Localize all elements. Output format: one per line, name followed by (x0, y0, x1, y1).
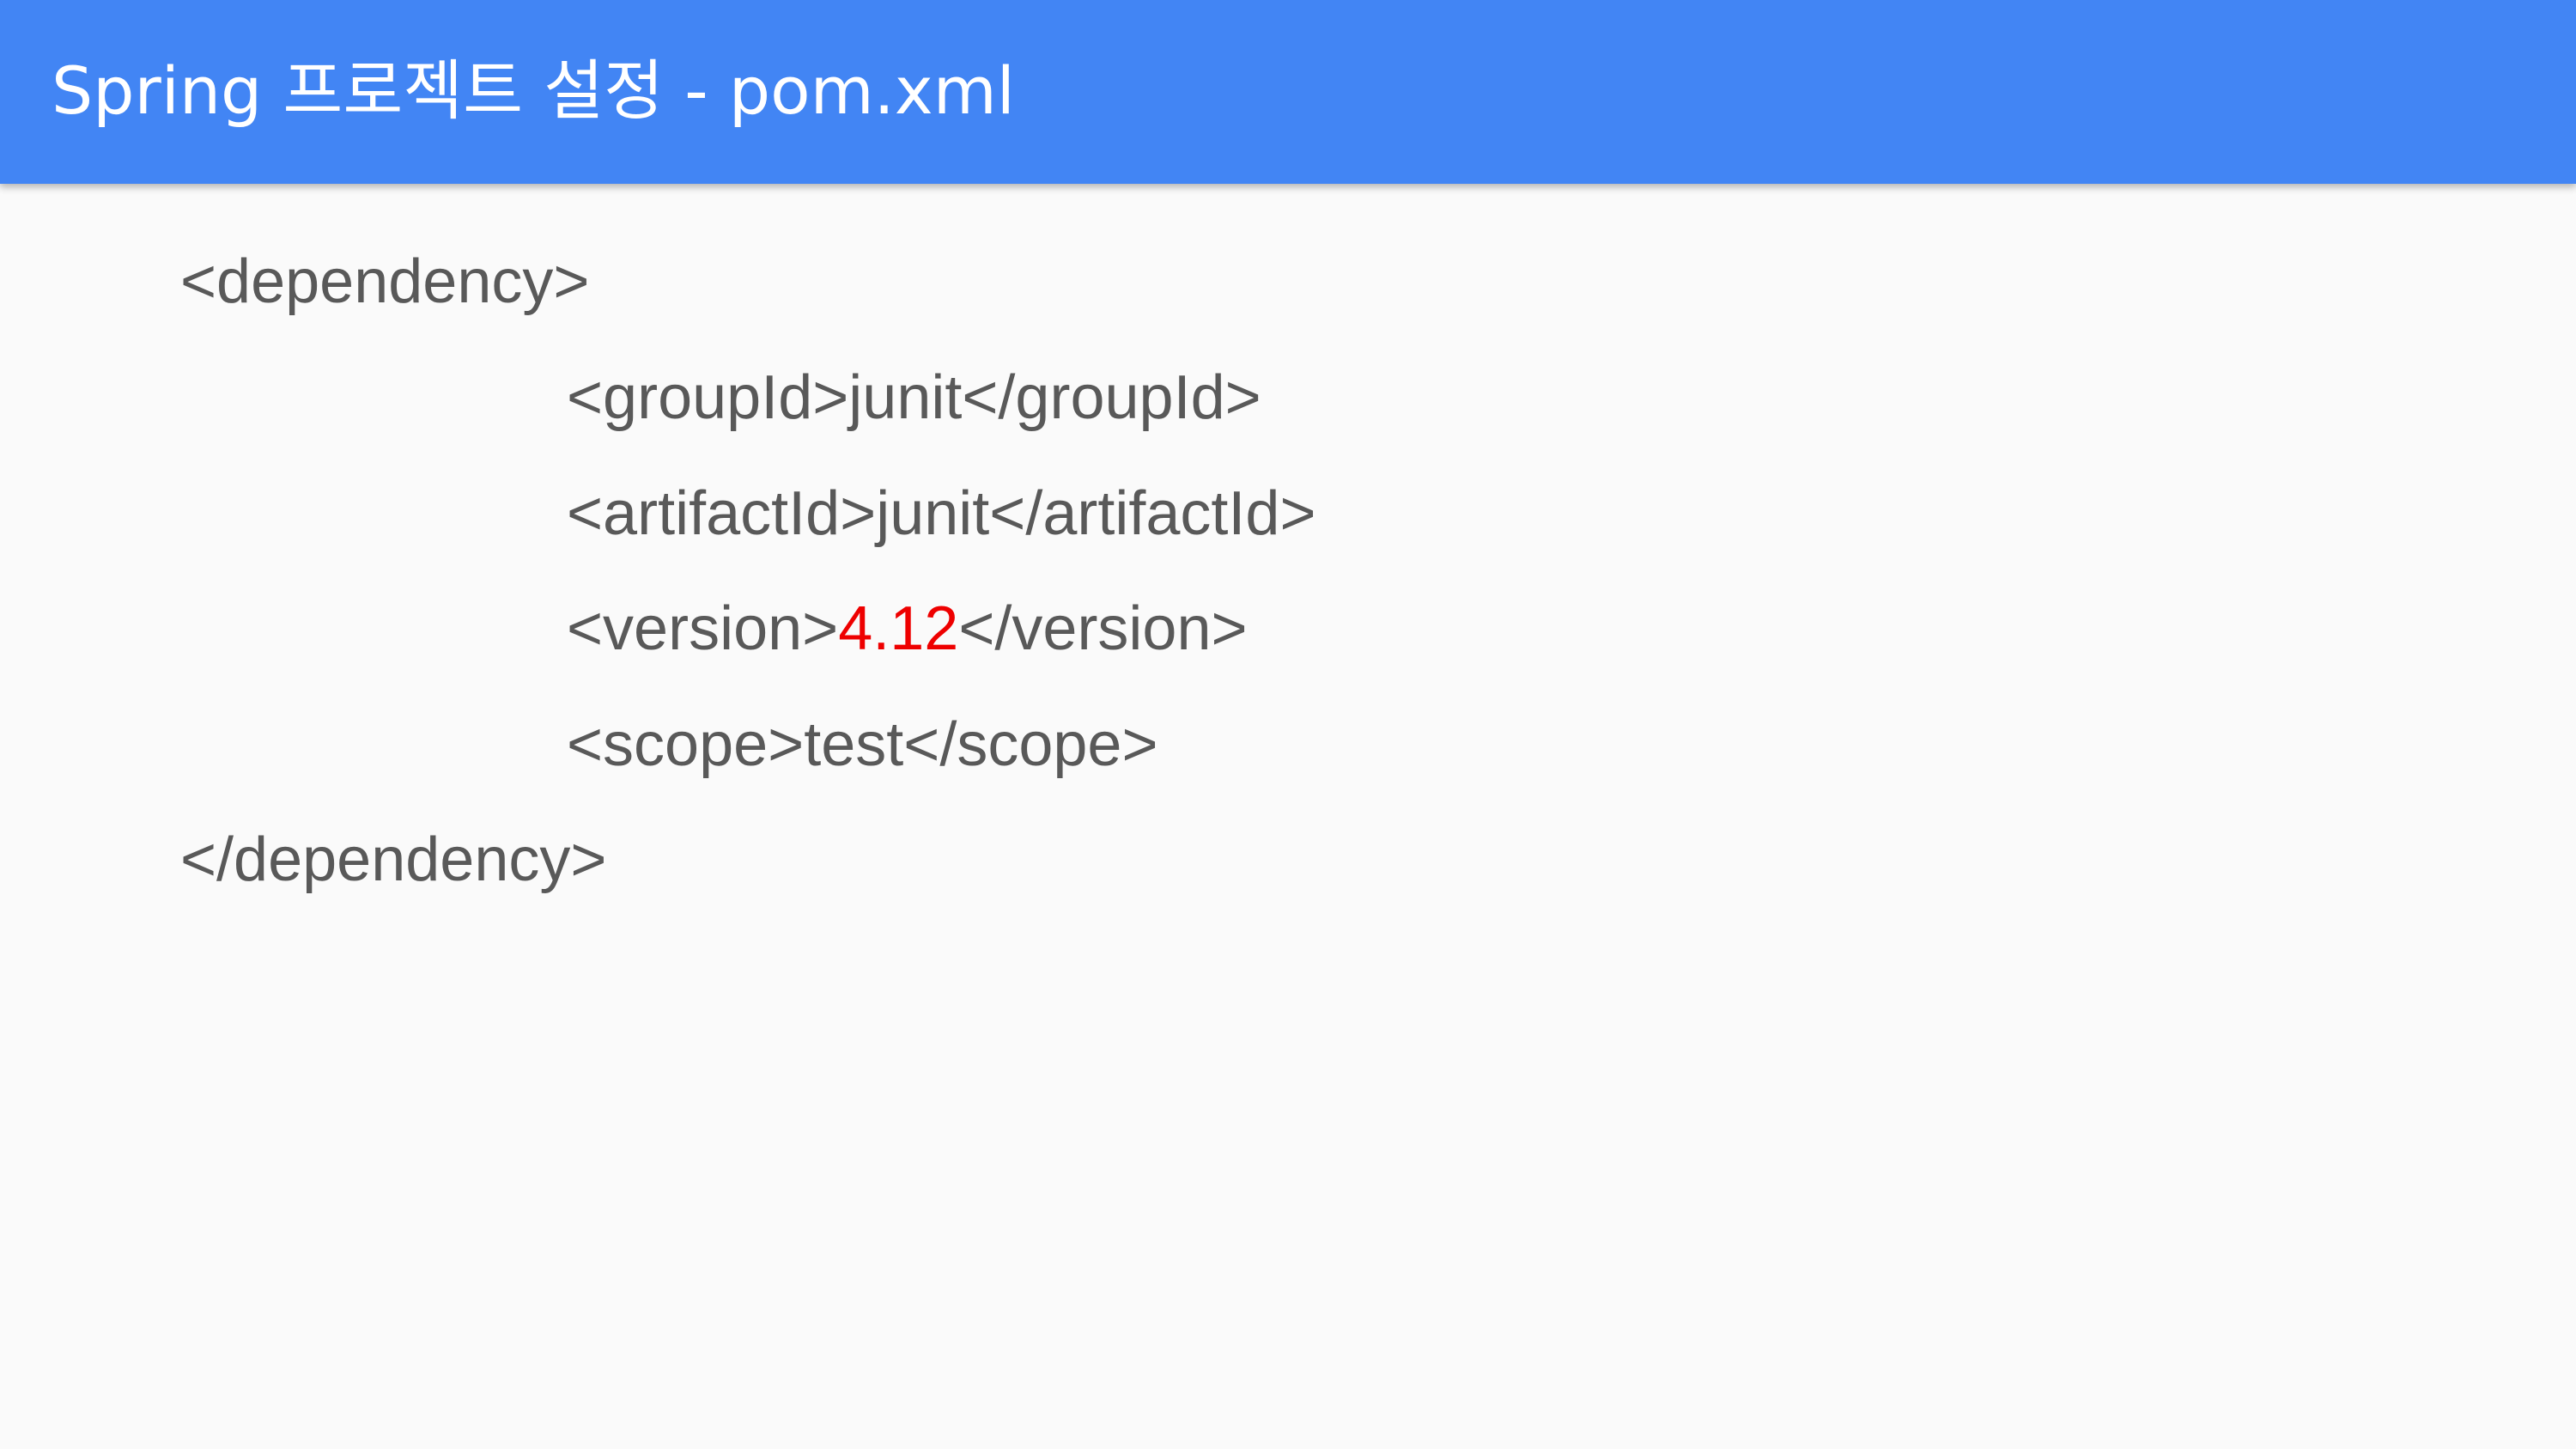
scope-line: <scope>test</scope> (567, 710, 1158, 779)
artifact-id-line: <artifactId>junit</artifactId> (567, 479, 1316, 548)
version-open-tag: <version> (567, 594, 839, 663)
group-id-line: <groupId>junit</groupId> (567, 363, 1261, 432)
version-close-tag: </version> (958, 594, 1248, 663)
dependency-close-tag: </dependency> (180, 825, 607, 894)
version-line: <version>4.12</version> (567, 588, 1248, 670)
dependency-open-tag: <dependency> (180, 247, 590, 316)
slide-title: Spring 프로젝트 설정 - pom.xml (52, 52, 1015, 129)
title-bar: Spring 프로젝트 설정 - pom.xml (0, 0, 2576, 184)
version-value: 4.12 (838, 594, 959, 663)
